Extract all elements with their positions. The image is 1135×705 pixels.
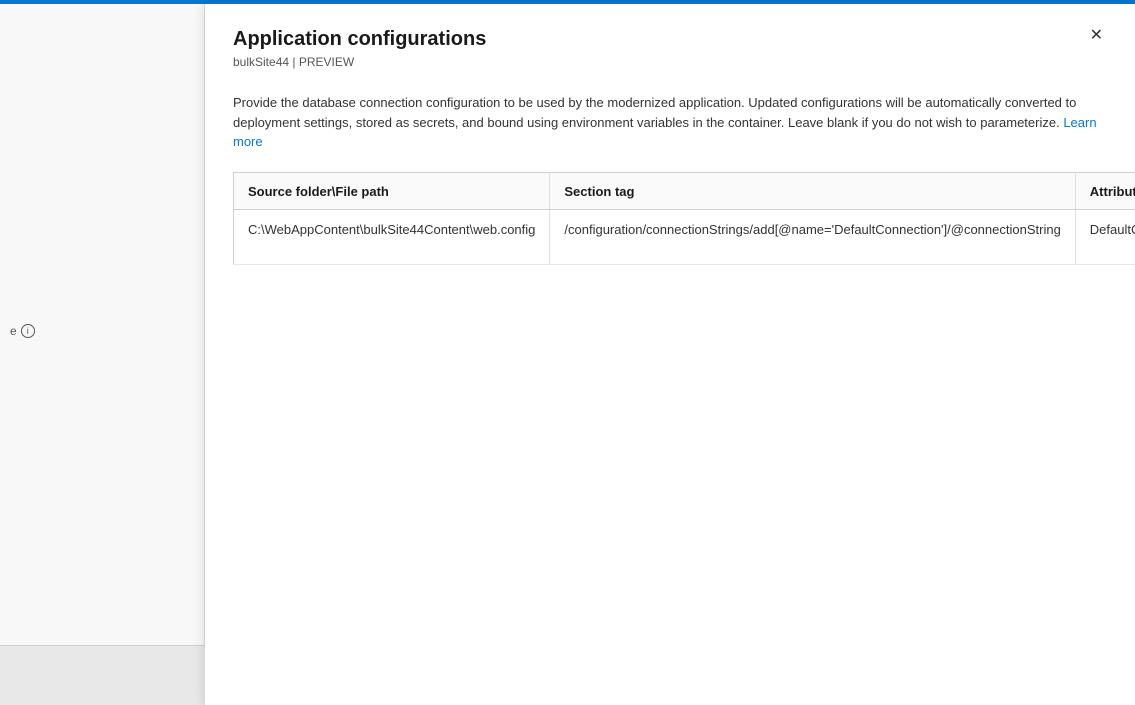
col-header-source: Source folder\File path [234,173,550,210]
sidebar-info: e i [10,324,35,338]
sidebar: e i [0,4,205,705]
cell-section-tag: /configuration/connectionStrings/add[@na… [550,210,1075,265]
table-row: C:\WebAppContent\bulkSite44Content\web.c… [234,210,1135,265]
table-wrapper: Source folder\File path Section tag Attr… [233,172,1107,266]
modal-header: Application configurations bulkSite44 | … [205,4,1135,77]
close-icon: ✕ [1090,27,1103,44]
modal-app-name: bulkSite44 [233,55,289,69]
modal-panel: Application configurations bulkSite44 | … [205,4,1135,705]
preview-badge: PREVIEW [299,55,354,69]
col-header-section: Section tag [550,173,1075,210]
info-icon: i [21,324,35,338]
table-header-row: Source folder\File path Section tag Attr… [234,173,1135,210]
cell-attribute-name: DefaultConnection [1075,210,1135,265]
description-text: Provide the database connection configur… [233,93,1107,152]
modal-title: Application configurations [233,28,486,51]
modal-title-block: Application configurations bulkSite44 | … [233,28,486,69]
sidebar-bottom [0,645,205,705]
modal-subtitle: bulkSite44 | PREVIEW [233,55,486,69]
col-header-attr-name: Attribute name [1075,173,1135,210]
sidebar-label: e [10,324,17,338]
close-button[interactable]: ✕ [1086,24,1107,48]
config-table: Source folder\File path Section tag Attr… [233,172,1135,266]
description-main: Provide the database connection configur… [233,95,1076,130]
cell-source-path: C:\WebAppContent\bulkSite44Content\web.c… [234,210,550,265]
modal-body: Provide the database connection configur… [205,77,1135,286]
